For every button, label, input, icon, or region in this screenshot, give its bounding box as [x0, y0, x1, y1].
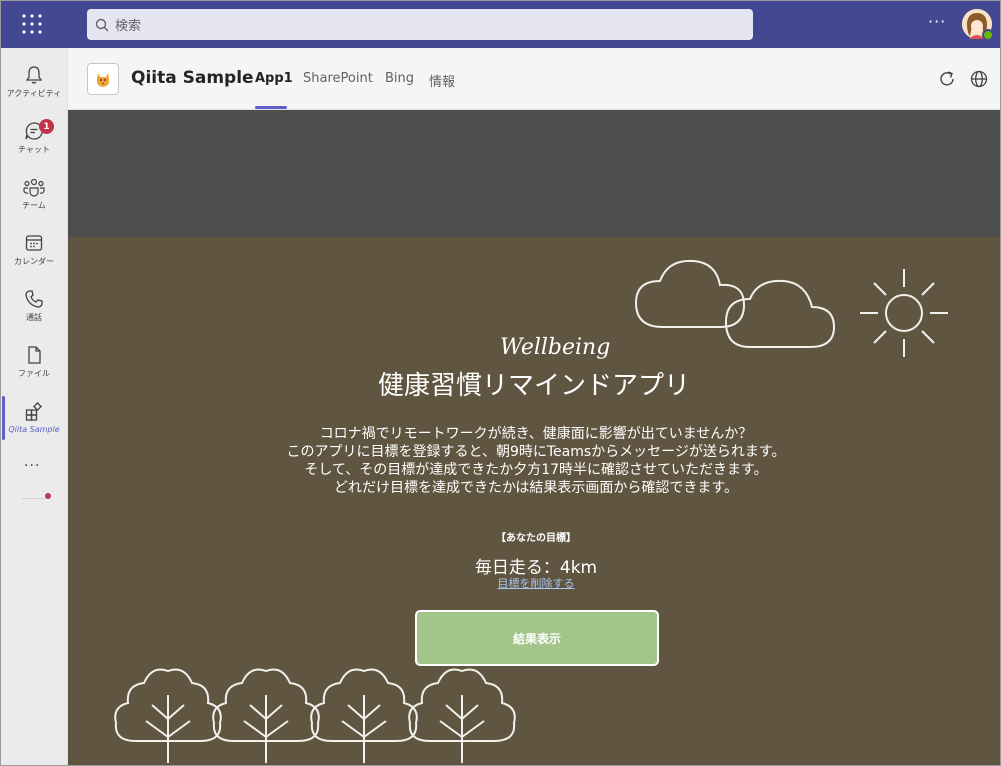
- app-launcher-icon[interactable]: [20, 12, 44, 36]
- calendar-icon: [25, 235, 43, 251]
- tree-icon: [212, 668, 320, 763]
- avatar[interactable]: [962, 9, 994, 41]
- content-banner: [68, 110, 1000, 237]
- tab-app1[interactable]: App1: [255, 71, 293, 86]
- cloud-icon: [634, 259, 836, 348]
- wellbeing-script-title: Wellbeing: [500, 335, 611, 360]
- more-options-button[interactable]: ···: [928, 12, 946, 31]
- tree-icon: [310, 668, 418, 763]
- active-tab-indicator: [255, 106, 287, 109]
- rail-item-label: カレンダー: [14, 257, 54, 266]
- app-logo: [87, 63, 119, 95]
- search-icon: [95, 18, 109, 31]
- rail-item-activity[interactable]: アクティビティ: [0, 54, 68, 110]
- rail-item-label: 通話: [26, 313, 42, 322]
- rail-item-calendar[interactable]: カレンダー: [0, 222, 68, 278]
- rail-item-label: アクティビティ: [6, 89, 62, 98]
- description-line: このアプリに目標を登録すると、朝9時にTeamsからメッセージが送られます。: [286, 444, 786, 460]
- goal-label: 【あなたの目標】: [496, 533, 576, 544]
- decoration-layer: [114, 259, 948, 763]
- app-header: Qiita Sample App1 SharePoint Bing 情報: [68, 48, 1001, 110]
- tab-sharepoint[interactable]: SharePoint: [303, 71, 373, 86]
- app-content: Wellbeing 健康習慣リマインドアプリ コロナ禍でリモートワークが続き、健…: [68, 237, 1000, 766]
- rail-item-files[interactable]: ファイル: [0, 334, 68, 390]
- tab-info[interactable]: 情報: [429, 71, 455, 90]
- tree-icon: [408, 668, 516, 763]
- rail-item-teams[interactable]: チーム: [0, 166, 68, 222]
- app-rail: アクティビティ チャット 1 チーム カレンダー 通話 ファイル Qiita S…: [0, 48, 68, 766]
- phone-icon: [25, 290, 43, 308]
- delete-goal-link[interactable]: 目標を削除する: [68, 575, 1000, 591]
- rail-item-chat[interactable]: チャット 1: [0, 110, 68, 166]
- rail-divider: [22, 498, 46, 499]
- globe-icon[interactable]: [969, 69, 989, 89]
- page-title: 健康習慣リマインドアプリ: [377, 371, 690, 401]
- presence-available-icon: [982, 29, 994, 41]
- app-description: コロナ禍でリモートワークが続き、健康面に影響が出ていませんか？ このアプリに目標…: [68, 425, 1000, 497]
- app-title: Qiita Sample: [131, 68, 254, 88]
- apps-icon: [25, 402, 42, 421]
- teams-icon: [23, 178, 45, 197]
- rail-item-label: Qiita Sample: [8, 425, 60, 434]
- rail-item-label: チーム: [22, 201, 46, 210]
- rail-item-qiita-sample[interactable]: Qiita Sample: [0, 390, 68, 446]
- description-line: コロナ禍でリモートワークが続き、健康面に影響が出ていませんか？: [319, 426, 753, 442]
- sun-icon: [860, 269, 948, 357]
- rail-item-label: チャット: [18, 145, 50, 154]
- rail-more-apps-button[interactable]: ···: [24, 458, 40, 474]
- tab-bing[interactable]: Bing: [385, 71, 414, 86]
- cat-icon: [96, 73, 110, 87]
- search-placeholder: 検索: [115, 19, 142, 34]
- file-icon: [28, 346, 41, 364]
- tree-icon: [114, 668, 222, 763]
- rail-item-calls[interactable]: 通話: [0, 278, 68, 334]
- bell-icon: [25, 66, 43, 84]
- search-input[interactable]: 検索: [87, 9, 753, 40]
- top-bar: 検索 ···: [0, 0, 1001, 48]
- description-line: そして、その目標が達成できたか夕方17時半に確認させていただきます。: [304, 462, 768, 478]
- show-results-button[interactable]: 結果表示: [415, 610, 659, 666]
- notification-badge: 1: [39, 119, 54, 134]
- rail-item-label: ファイル: [18, 369, 50, 378]
- refresh-icon[interactable]: [937, 69, 957, 89]
- description-line: どれだけ目標を達成できたかは結果表示画面から確認できます。: [333, 480, 739, 496]
